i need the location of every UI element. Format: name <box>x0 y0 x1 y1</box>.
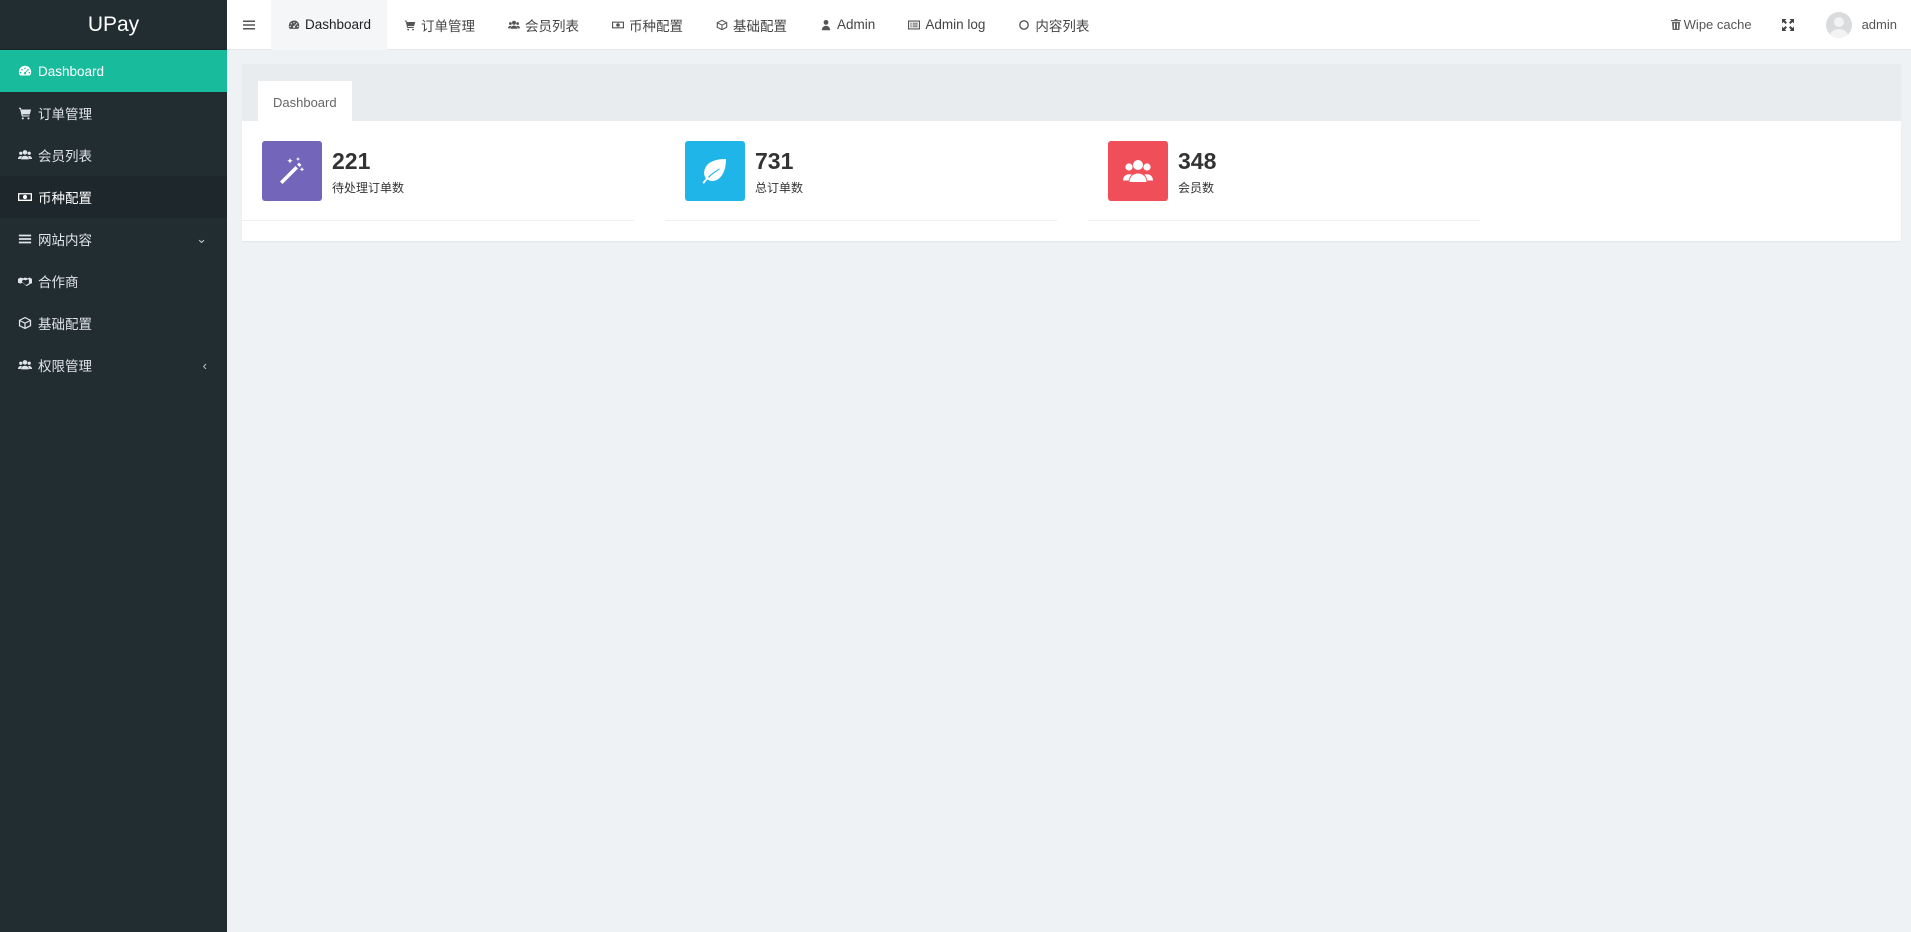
user-menu[interactable]: admin <box>1808 0 1911 50</box>
cube-icon <box>18 316 38 330</box>
user-name: admin <box>1861 17 1897 32</box>
sidebar-item-label: 合作商 <box>38 275 79 290</box>
sidebar-item-dashboard[interactable]: Dashboard <box>0 50 227 92</box>
sidebar-item-label: 权限管理 <box>38 359 92 374</box>
users-icon <box>18 358 38 372</box>
hamburger-icon <box>243 20 255 29</box>
sidebar-item-label: 订单管理 <box>38 107 92 122</box>
sidebar-item-label: Dashboard <box>38 63 105 79</box>
content-tab-bar: Dashboard <box>242 64 1901 121</box>
cart-icon <box>18 106 38 120</box>
tab-label: 基础配置 <box>733 18 788 34</box>
stat-label: 会员数 <box>1178 181 1215 195</box>
top-navbar: Dashboard 订单管理 会员列表 币种配置 基础配置 Admin Admi… <box>227 0 1911 50</box>
fullscreen-button[interactable] <box>1768 0 1808 50</box>
tab-content-list[interactable]: 内容列表 <box>1001 0 1105 50</box>
tab-admin-log[interactable]: Admin log <box>891 0 1001 50</box>
sidebar: UPay Dashboard 订单管理 会员列表 币种配置 网站内容 ⌄ 合作商… <box>0 0 227 932</box>
users-icon <box>507 18 521 32</box>
stat-pending-orders: 221 待处理订单数 <box>242 121 634 221</box>
sidebar-item-currency[interactable]: 币种配置 <box>0 176 227 218</box>
wipe-cache-button[interactable]: Wipe cache <box>1655 0 1768 50</box>
magic-icon <box>280 157 305 184</box>
handshake-icon <box>18 274 38 288</box>
tab-dashboard[interactable]: Dashboard <box>271 0 388 50</box>
avatar <box>1825 11 1852 38</box>
sidebar-item-label: 币种配置 <box>38 191 92 206</box>
tab-label: 会员列表 <box>525 18 580 34</box>
stat-icon-box <box>685 141 745 201</box>
sidebar-item-members[interactable]: 会员列表 <box>0 134 227 176</box>
chevron-left-icon: ‹ <box>202 357 207 373</box>
tab-orders[interactable]: 订单管理 <box>387 0 491 50</box>
trash-icon <box>1670 19 1681 30</box>
users-icon <box>1123 160 1153 182</box>
dashboard-icon <box>18 64 38 78</box>
list-icon <box>18 232 38 246</box>
stats-row: 221 待处理订单数 731 总订单数 348 会员数 <box>242 121 1901 241</box>
cube-icon <box>715 18 729 32</box>
list-alt-icon <box>907 18 921 32</box>
tab-label: Dashboard <box>305 17 372 32</box>
stat-icon-box <box>1108 141 1168 201</box>
stat-value: 221 <box>332 148 371 174</box>
tab-label: 订单管理 <box>421 18 476 34</box>
tab-members[interactable]: 会员列表 <box>491 0 595 50</box>
sidebar-item-label: 基础配置 <box>38 317 92 332</box>
sidebar-item-orders[interactable]: 订单管理 <box>0 92 227 134</box>
chevron-down-icon: ⌄ <box>196 231 207 246</box>
stat-value: 731 <box>755 148 794 174</box>
tab-basic-config[interactable]: 基础配置 <box>699 0 803 50</box>
tab-dashboard-content[interactable]: Dashboard <box>258 81 352 121</box>
leaf-icon <box>702 159 726 184</box>
tab-label: Admin <box>837 17 876 32</box>
stat-label: 待处理订单数 <box>332 181 405 195</box>
sidebar-menu: Dashboard 订单管理 会员列表 币种配置 网站内容 ⌄ 合作商 基础配置… <box>0 50 227 386</box>
dashboard-icon <box>287 18 301 32</box>
brand-logo[interactable]: UPay <box>0 0 227 50</box>
stat-members: 348 会员数 <box>1088 121 1480 221</box>
sidebar-item-label: 会员列表 <box>38 149 92 164</box>
top-right-tools: Wipe cache admin <box>1655 0 1911 50</box>
stat-icon-box <box>262 141 322 201</box>
tab-admin[interactable]: Admin <box>803 0 891 50</box>
money-icon <box>611 18 625 32</box>
tab-label: 币种配置 <box>629 18 684 34</box>
sidebar-item-partners[interactable]: 合作商 <box>0 260 227 302</box>
stat-label: 总订单数 <box>755 181 804 195</box>
wipe-cache-label: Wipe cache <box>1683 17 1752 32</box>
tab-currency[interactable]: 币种配置 <box>595 0 699 50</box>
sidebar-item-site-content[interactable]: 网站内容 ⌄ <box>0 218 227 260</box>
sidebar-item-permissions[interactable]: 权限管理 ‹ <box>0 344 227 386</box>
stat-value: 348 <box>1178 148 1217 174</box>
stat-total-orders: 731 总订单数 <box>665 121 1057 221</box>
user-icon <box>819 18 833 32</box>
sidebar-toggle-button[interactable] <box>227 0 271 50</box>
sidebar-item-basic-config[interactable]: 基础配置 <box>0 302 227 344</box>
cart-icon <box>403 18 417 32</box>
tab-label: 内容列表 <box>1035 18 1090 34</box>
dashboard-panel: Dashboard 221 待处理订单数 731 总订单数 348 会员数 <box>242 64 1901 241</box>
users-icon <box>18 148 38 162</box>
sidebar-item-label: 网站内容 <box>38 233 92 248</box>
tab-label: Admin log <box>925 17 986 32</box>
money-icon <box>18 190 38 204</box>
top-nav-tabs: Dashboard 订单管理 会员列表 币种配置 基础配置 Admin Admi… <box>271 0 1105 50</box>
fullscreen-icon <box>1781 18 1794 31</box>
circle-icon <box>1017 18 1031 32</box>
